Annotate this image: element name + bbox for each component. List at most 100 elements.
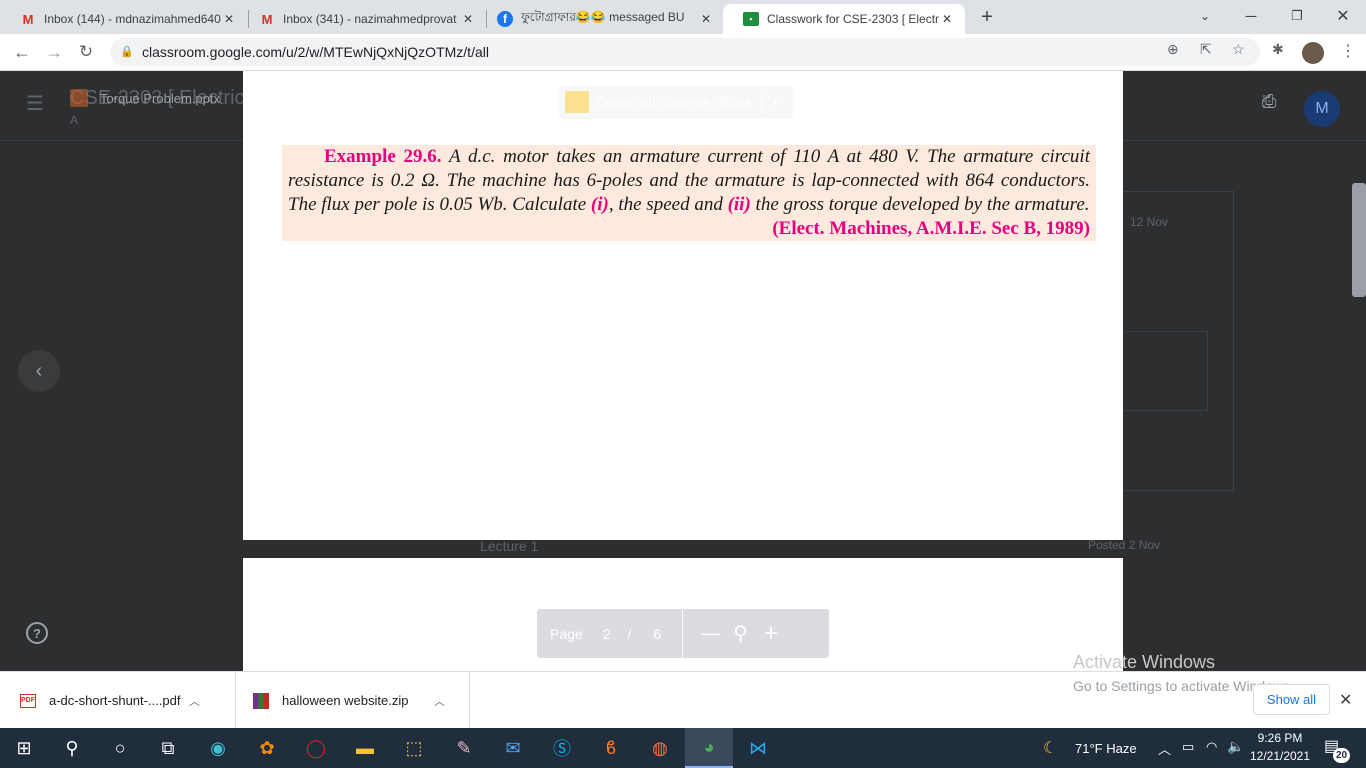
cortana-icon[interactable]: ○: [96, 728, 144, 768]
page-separator: /: [627, 625, 632, 642]
tab-title: Inbox (341) - nazimahmedprovat: [283, 12, 457, 26]
previous-file-button[interactable]: ‹: [18, 350, 60, 392]
example-part-i: (i): [590, 194, 609, 215]
weather-icon: ☾: [1043, 740, 1058, 757]
windows-start-icon[interactable]: ⊞: [0, 728, 48, 768]
store-icon[interactable]: ⬚: [390, 728, 438, 768]
divider: [761, 91, 763, 113]
show-all-button[interactable]: Show all: [1253, 684, 1330, 715]
uc-browser-icon[interactable]: ✿: [243, 728, 291, 768]
download-name: halloween website.zip: [282, 693, 409, 708]
page-total: 6: [653, 625, 662, 642]
firefox-icon[interactable]: ◍: [636, 728, 684, 768]
tab-facebook[interactable]: f ফুটোগ্রাফার😂😂 messaged BU ✕: [477, 4, 724, 34]
battery-icon[interactable]: ▭: [1182, 739, 1194, 755]
bookmark-star-icon[interactable]: ☆: [1232, 41, 1245, 58]
example-part-ii: (ii): [727, 194, 751, 215]
minimize-button[interactable]: ─: [1228, 0, 1274, 32]
zoom-in-icon[interactable]: +: [764, 620, 778, 648]
zoom-magnifier-icon[interactable]: ⚲: [733, 621, 748, 646]
example-heading: Example 29.6.: [324, 146, 442, 167]
skype-icon[interactable]: Ⓢ: [538, 728, 586, 768]
slides-icon: [565, 91, 589, 113]
zip-icon: [253, 692, 269, 709]
xampp-icon[interactable]: ϐ: [587, 728, 635, 768]
forward-button[interactable]: →: [40, 38, 68, 66]
attachment-card: [1124, 331, 1208, 411]
volume-icon[interactable]: 🔈: [1227, 738, 1244, 755]
facebook-icon: f: [497, 11, 513, 27]
lock-icon[interactable]: 🔒: [120, 45, 134, 58]
hamburger-icon[interactable]: ☰: [26, 91, 50, 116]
lecture-posted-date: Posted 2 Nov: [1088, 538, 1161, 552]
open-with-label: Open with Google Slides: [597, 94, 752, 110]
open-with-button[interactable]: Open with Google Slides ▼: [559, 85, 793, 119]
download-item-pdf[interactable]: PDF a-dc-short-shunt-....pdf ︿: [0, 672, 236, 729]
download-item-zip[interactable]: halloween website.zip ︿: [236, 672, 470, 729]
tab-title: ফুটোগ্রাফার😂😂 messaged BU: [521, 10, 685, 24]
close-window-button[interactable]: ✕: [1320, 0, 1366, 32]
slides-file-icon: [70, 89, 88, 107]
tab-title: Inbox (144) - mdnazimahmed640: [44, 12, 221, 26]
classroom-icon: ▪: [743, 11, 759, 27]
close-icon[interactable]: ✕: [698, 12, 714, 26]
print-icon[interactable]: ⎙: [1262, 91, 1276, 112]
help-icon[interactable]: ?: [26, 622, 48, 644]
notification-count: 20: [1333, 748, 1350, 763]
chrome-icon[interactable]: ◕: [685, 728, 733, 768]
reload-button[interactable]: ↻: [72, 38, 100, 66]
example-text-block: Example 29.6. A d.c. motor takes an arma…: [282, 145, 1096, 241]
gmail-icon: M: [261, 11, 273, 27]
example-body-2: , the speed and: [608, 194, 728, 215]
lecture-title[interactable]: Lecture 1: [480, 538, 538, 554]
paint-icon[interactable]: ✎: [440, 728, 488, 768]
download-name: a-dc-short-shunt-....pdf: [49, 693, 181, 708]
chevron-up-icon[interactable]: ︿: [434, 693, 445, 709]
share-icon[interactable]: ⇱: [1200, 41, 1212, 58]
account-avatar[interactable]: M: [1304, 91, 1340, 127]
weather-text[interactable]: 71°F Haze: [1075, 741, 1137, 756]
profile-avatar[interactable]: [1302, 42, 1324, 64]
tab-classroom[interactable]: ▪ Classwork for CSE-2303 [ Electric ✕: [723, 4, 965, 34]
tray-chevron-icon[interactable]: ︿: [1158, 739, 1171, 758]
edge-icon[interactable]: ◉: [194, 728, 242, 768]
search-icon[interactable]: ⚲: [48, 728, 96, 768]
zoom-icon[interactable]: ⊕: [1167, 41, 1179, 58]
chevron-up-icon[interactable]: ︿: [189, 693, 200, 709]
mail-icon[interactable]: ✉: [489, 728, 537, 768]
wifi-icon[interactable]: ◠: [1206, 739, 1217, 755]
close-icon[interactable]: ✕: [939, 12, 955, 26]
close-icon[interactable]: ✕: [221, 12, 237, 26]
restore-button[interactable]: ❐: [1274, 0, 1320, 32]
dropdown-arrow-icon[interactable]: ▼: [770, 97, 780, 108]
menu-icon[interactable]: ⋮: [1340, 41, 1356, 61]
opera-icon[interactable]: ◯: [292, 728, 340, 768]
clock-time[interactable]: 9:26 PM: [1248, 731, 1312, 745]
clock-date[interactable]: 12/21/2021: [1248, 749, 1312, 763]
windows-taskbar: ⊞ ⚲ ○ ⧉ ◉ ✿ ◯ ▬ ⬚ ✎ ✉ Ⓢ ϐ ◍ ◕ ⋈ ☾ 71°F H…: [0, 728, 1366, 768]
tab-gmail-2[interactable]: M Inbox (341) - nazimahmedprovat ✕: [239, 4, 486, 34]
close-icon[interactable]: ✕: [460, 12, 476, 26]
close-downloads-icon[interactable]: ✕: [1339, 690, 1352, 710]
downloads-bar: PDF a-dc-short-shunt-....pdf ︿ halloween…: [0, 671, 1366, 729]
course-subtitle: A: [70, 113, 79, 127]
extensions-icon[interactable]: ✱: [1272, 41, 1284, 58]
url-text[interactable]: classroom.google.com/u/2/w/MTEwNjQxNjQzO…: [142, 44, 489, 60]
zoom-out-icon[interactable]: —: [701, 623, 719, 644]
page-current[interactable]: 2: [603, 626, 611, 642]
viewer-file-name: Torque Problem.pptx: [100, 91, 220, 106]
document-page-2: [243, 71, 1123, 540]
back-button[interactable]: ←: [8, 38, 36, 66]
scrollbar-thumb[interactable]: [1352, 183, 1366, 297]
page-navigator: Page 2 / 6 — ⚲ +: [537, 609, 829, 658]
tab-gmail-1[interactable]: M Inbox (144) - mdnazimahmed640 ✕: [0, 4, 247, 34]
tab-title: Classwork for CSE-2303 [ Electric: [767, 12, 939, 26]
vscode-icon[interactable]: ⋈: [734, 728, 782, 768]
example-source: (Elect. Machines, A.M.I.E. Sec B, 1989): [772, 218, 1090, 239]
activate-windows-title: Activate Windows: [1073, 652, 1216, 672]
file-explorer-icon[interactable]: ▬: [341, 728, 389, 768]
tab-search-icon[interactable]: ⌄: [1182, 0, 1228, 32]
browser-tab-strip: M Inbox (144) - mdnazimahmed640 ✕ M Inbo…: [0, 0, 1366, 34]
task-view-icon[interactable]: ⧉: [144, 728, 192, 768]
new-tab-button[interactable]: +: [974, 4, 1000, 30]
